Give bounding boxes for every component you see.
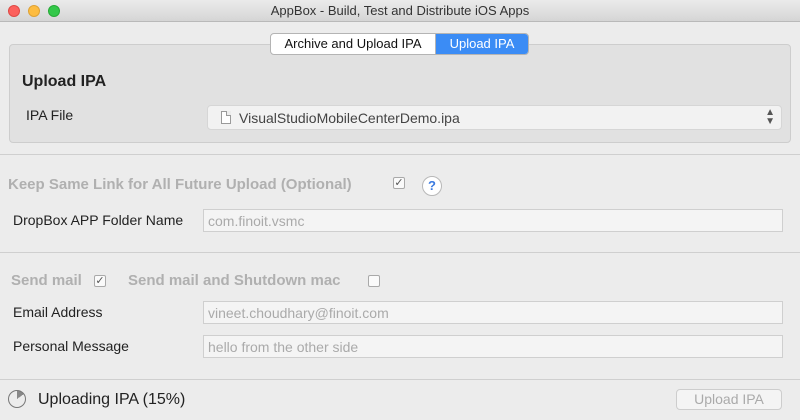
divider (0, 154, 800, 155)
status-text: Uploading IPA (15%) (38, 391, 186, 408)
checkmark-icon: ✓ (95, 275, 105, 287)
up-down-chevron-icon: ▲ ▼ (765, 107, 775, 127)
title-bar: AppBox - Build, Test and Distribute iOS … (0, 0, 800, 22)
divider (0, 379, 800, 380)
tab-archive-and-upload[interactable]: Archive and Upload IPA (271, 34, 436, 54)
window-title: AppBox - Build, Test and Distribute iOS … (270, 3, 530, 18)
shutdown-mac-checkbox[interactable] (368, 275, 380, 287)
divider (0, 252, 800, 253)
shutdown-mac-label: Send mail and Shutdown mac (128, 272, 341, 289)
keep-same-link-label: Keep Same Link for All Future Upload (Op… (8, 176, 352, 193)
personal-message-input[interactable] (203, 335, 783, 358)
progress-spinner-icon (8, 390, 26, 408)
upload-ipa-button[interactable]: Upload IPA (676, 389, 782, 410)
section-title: Upload IPA (22, 73, 107, 90)
dropbox-folder-input[interactable] (203, 209, 783, 232)
help-button[interactable]: ? (422, 176, 442, 196)
ipa-file-value: VisualStudioMobileCenterDemo.ipa (239, 110, 460, 126)
mode-segmented-control: Archive and Upload IPA Upload IPA (270, 33, 529, 55)
keep-same-link-checkbox[interactable]: ✓ (393, 177, 405, 189)
checkmark-icon: ✓ (394, 177, 404, 189)
tab-upload-ipa[interactable]: Upload IPA (436, 34, 528, 54)
email-address-input[interactable] (203, 301, 783, 324)
ipa-file-select[interactable]: VisualStudioMobileCenterDemo.ipa ▲ ▼ (207, 105, 782, 130)
dropbox-folder-label: DropBox APP Folder Name (13, 212, 184, 228)
ipa-file-label: IPA File (26, 107, 74, 123)
send-mail-label: Send mail (11, 272, 82, 289)
send-mail-checkbox[interactable]: ✓ (94, 275, 106, 287)
file-icon (221, 111, 231, 124)
personal-message-label: Personal Message (13, 338, 129, 354)
email-address-label: Email Address (13, 304, 103, 320)
